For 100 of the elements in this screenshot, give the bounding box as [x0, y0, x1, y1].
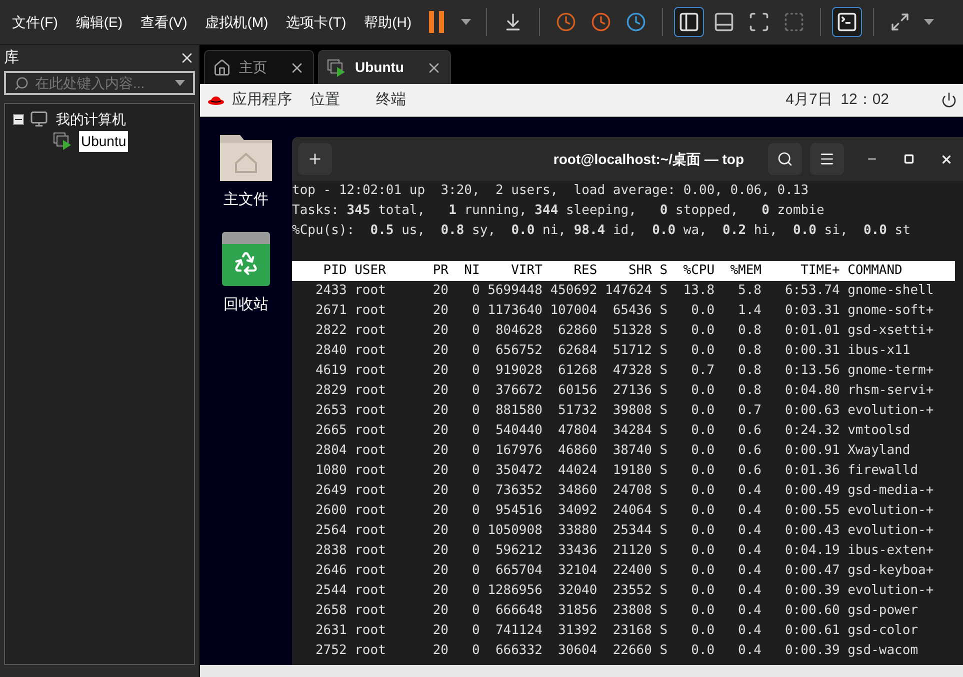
table-cell-text: 0 — [470, 422, 480, 440]
maximize-icon[interactable] — [904, 154, 914, 164]
table-cell-text: 25344 — [612, 522, 652, 540]
table-cell-text: root — [354, 602, 387, 620]
table-cell-text: firewalld — [848, 462, 920, 480]
vm-icon — [53, 132, 73, 150]
table-cell-text: 62860 — [557, 322, 598, 340]
tab[interactable]: Ubuntu — [318, 50, 451, 84]
table-cell-text: S — [658, 282, 668, 300]
terminal-icon — [836, 11, 858, 33]
table-cell-text: 0:00.91 — [784, 442, 840, 460]
clock-icon — [556, 12, 576, 32]
table-cell-text: 0.4 — [737, 542, 762, 560]
table-cell-text: 0 — [470, 342, 480, 360]
table-cell-text: 0:00.43 — [784, 522, 840, 540]
expand-icon — [890, 12, 910, 32]
table-cell-text: S — [658, 602, 668, 620]
table-cell-text: 33436 — [557, 542, 598, 560]
table-cell-text: evolution-+ — [848, 522, 934, 540]
table-cell-text: root — [354, 542, 387, 560]
table-cell-text: 0 — [470, 362, 480, 380]
menu-item[interactable]: 虚拟机(M) — [205, 12, 268, 32]
table-cell-text: 0:00.39 — [784, 582, 840, 600]
table-cell-text: root — [354, 362, 387, 380]
tab-label: 主页 — [239, 58, 267, 77]
search-field[interactable]: 在此处键入内容... — [4, 71, 195, 95]
table-cell-text: 0.0 — [690, 642, 715, 660]
table-cell-text: root — [354, 582, 387, 600]
caret-icon — [460, 19, 471, 25]
new-tab-button[interactable] — [298, 143, 332, 175]
table-cell-text: S — [658, 582, 668, 600]
tree-item[interactable]: 我的计算机 — [54, 108, 128, 130]
collapse-toggle[interactable] — [13, 114, 24, 124]
search-button[interactable] — [768, 143, 802, 175]
trash-icon[interactable] — [222, 232, 270, 286]
table-cell-text: root — [354, 562, 387, 580]
table-cell-text: 31856 — [557, 602, 598, 620]
column-header: TIME+ — [800, 262, 840, 280]
guest-menu-item[interactable]: 应用程序 — [232, 88, 292, 112]
sidebar-view-button[interactable] — [674, 7, 704, 37]
column-header: NI — [463, 262, 480, 280]
table-cell-text: root — [354, 622, 387, 640]
table-cell-text: gsd-power — [848, 602, 920, 620]
table-cell-text: 0.0 — [690, 402, 715, 420]
table-cell-text: S — [658, 382, 668, 400]
search-icon — [777, 151, 793, 167]
column-header: %CPU — [682, 262, 715, 280]
table-cell-text: 0.0 — [690, 542, 715, 560]
table-cell-text: 1.4 — [737, 302, 762, 320]
menu-item[interactable]: 选项卡(T) — [286, 12, 346, 32]
menu-item[interactable]: 帮助(H) — [364, 12, 412, 32]
table-cell-text: 0.0 — [690, 462, 715, 480]
table-cell-text: root — [354, 422, 387, 440]
table-cell-text: 23552 — [612, 582, 652, 600]
table-cell-text: 0.4 — [737, 602, 762, 620]
table-cell-text: 540440 — [494, 422, 542, 440]
table-cell-text: root — [354, 482, 387, 500]
table-cell-text: 1080 — [314, 462, 347, 480]
table-cell-text: 34284 — [612, 422, 652, 440]
table-cell-text: 2838 — [314, 542, 347, 560]
table-cell-text: 0 — [470, 282, 480, 300]
menu-item[interactable]: 查看(V) — [140, 12, 188, 32]
table-cell-text: evolution-+ — [848, 502, 934, 520]
table-cell-text: 4619 — [314, 362, 347, 380]
table-cell-text: 0.6 — [737, 422, 762, 440]
menu-button[interactable] — [810, 143, 844, 175]
panel-left-icon — [678, 11, 700, 33]
table-cell-text: 376672 — [494, 382, 542, 400]
table-cell-text: 22400 — [612, 562, 652, 580]
terminal-title: root@localhost:~/桌面 — top — [553, 150, 744, 169]
menu-item[interactable]: 文件(F) — [12, 12, 58, 32]
guest-menu-item[interactable]: 终端 — [376, 88, 406, 112]
guest-menu-item[interactable]: 位置 — [310, 88, 340, 112]
table-cell-text: 23808 — [612, 602, 652, 620]
table-cell-text: ibus-x11 — [848, 342, 912, 360]
tree-item[interactable]: Ubuntu — [79, 130, 128, 152]
table-cell-text: 24064 — [612, 502, 652, 520]
table-cell-text: 0:00.55 — [784, 502, 840, 520]
table-cell-text: 0.0 — [690, 522, 715, 540]
table-cell-text: 20 — [432, 582, 448, 600]
table-cell-text: 51712 — [612, 342, 652, 360]
table-cell-text: 0.0 — [690, 602, 715, 620]
desktop-icon-label: 回收站 — [224, 294, 268, 314]
console-view-button[interactable] — [832, 7, 862, 37]
table-cell-text: 0.6 — [737, 442, 762, 460]
table-cell-text: 0 — [470, 582, 480, 600]
table-cell-text: 30604 — [557, 642, 598, 660]
clock-icon — [626, 12, 646, 32]
table-cell-text: rhsm-servi+ — [848, 382, 934, 400]
table-cell-text: 20 — [432, 282, 448, 300]
tab[interactable]: 主页 — [204, 50, 314, 84]
table-cell-text: 2544 — [314, 582, 347, 600]
close-icon[interactable] — [940, 152, 953, 166]
table-cell-text: 20 — [432, 302, 448, 320]
table-cell-text: 20 — [432, 562, 448, 580]
menu-item[interactable]: 编辑(E) — [76, 12, 123, 32]
table-cell-text: 2649 — [314, 482, 347, 500]
tab-label: Ubuntu — [355, 58, 404, 77]
table-cell-text: 167976 — [494, 442, 542, 460]
table-cell-text: 6:53.74 — [784, 282, 840, 300]
